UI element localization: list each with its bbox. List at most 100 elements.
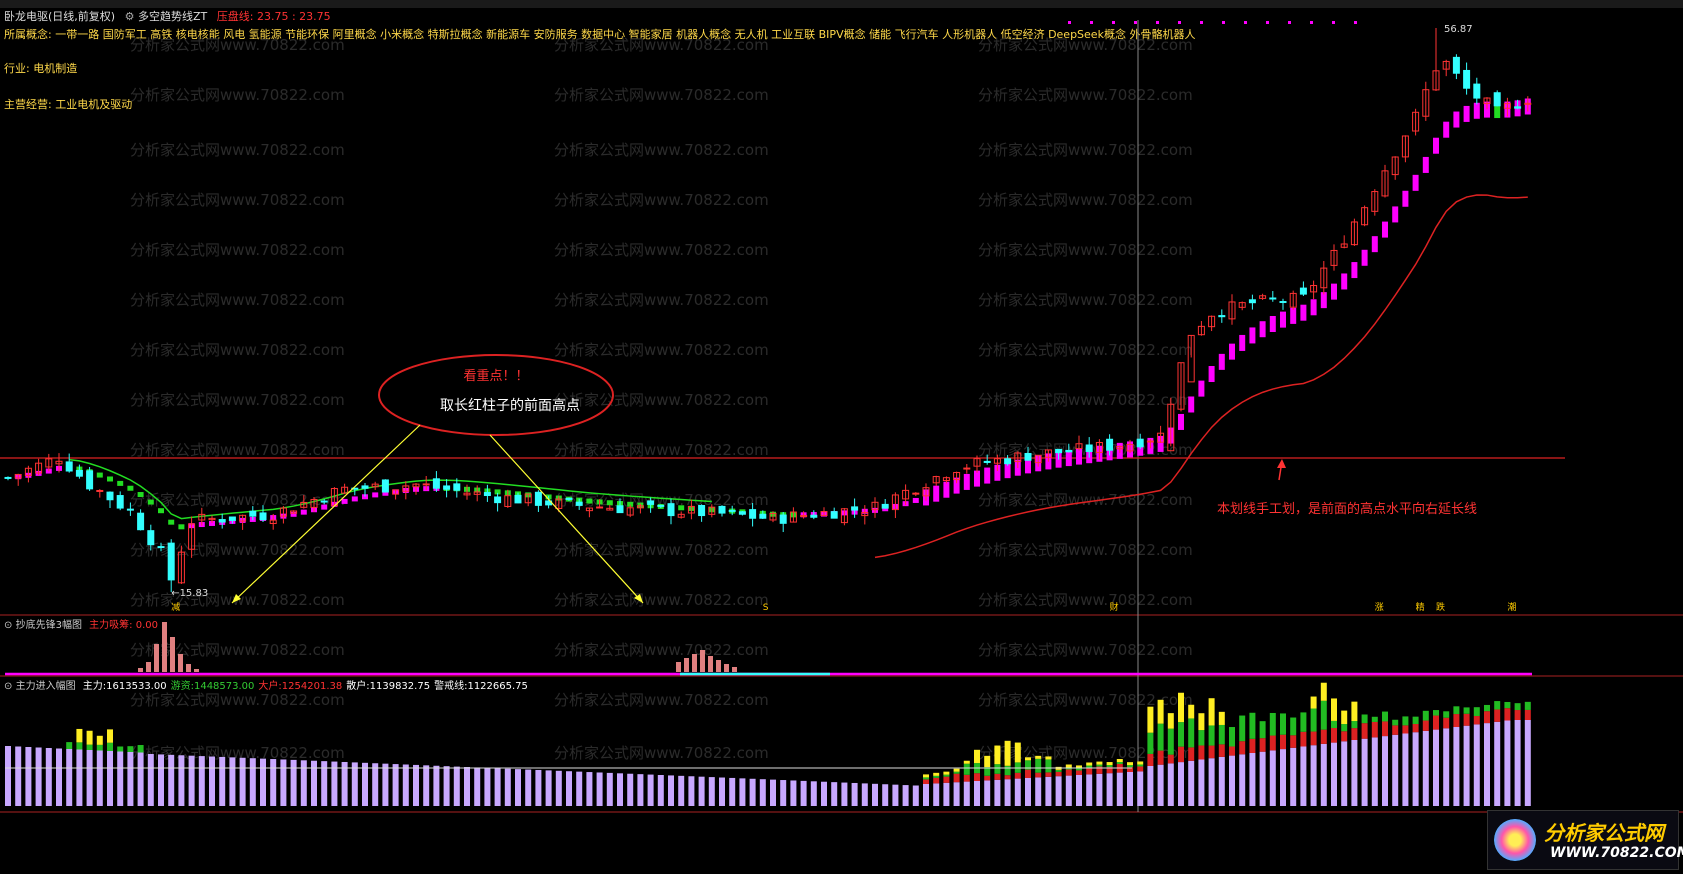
panel3-purple-bar: [1208, 758, 1215, 806]
signal-marker: 财: [1110, 601, 1119, 613]
panel3-green-bar: [943, 774, 950, 777]
panel2-name[interactable]: 抄底先锋3幅图: [16, 620, 82, 631]
candle-body: [320, 500, 328, 503]
watermark-text: 分析家公式网www.70822.com: [130, 291, 345, 309]
panel3-green-bar: [1524, 701, 1531, 710]
panel3-item-label: 主力:: [82, 681, 107, 692]
panel3-purple-bar: [821, 781, 827, 806]
panel3-purple-bar: [249, 758, 256, 806]
panel3-purple-bar: [892, 784, 899, 806]
panel-toggle-icon[interactable]: ⊙: [4, 681, 12, 692]
panel3-purple-bar: [1422, 730, 1429, 806]
top-dot: [1178, 21, 1181, 24]
arrowhead: [1277, 459, 1286, 468]
candle-body: [1055, 448, 1063, 454]
panel3-green-bar: [1484, 704, 1490, 712]
panel3-red-bar: [1178, 746, 1184, 763]
panel3-yellow-bar: [933, 772, 940, 776]
candle-body: [453, 483, 461, 491]
panel2-bar: [178, 654, 183, 672]
trend-dot: [1218, 353, 1225, 370]
panel3-yellow-bar: [963, 760, 970, 764]
candle-body: [116, 495, 124, 509]
panel3-purple-bar: [443, 766, 450, 806]
watermark-text: 分析家公式网www.70822.com: [554, 36, 769, 54]
panel3-item-value: 1122665.75: [467, 681, 528, 692]
candle-body: [137, 512, 145, 531]
panel3-red-bar: [1473, 716, 1480, 725]
panel3-purple-bar: [45, 748, 52, 806]
panel3-green-bar: [1208, 725, 1215, 746]
panel3-red-bar: [1524, 709, 1531, 720]
candle-body: [1452, 56, 1460, 74]
panel3-purple-bar: [453, 766, 460, 806]
panel3-red-bar: [1433, 715, 1439, 730]
panel3-purple-bar: [545, 770, 552, 806]
panel3-green-bar: [1494, 701, 1501, 710]
panel3-red-bar: [1361, 723, 1368, 739]
panel3-green-bar: [1351, 721, 1358, 729]
watermark-text: 分析家公式网www.70822.com: [978, 341, 1193, 359]
candle-body: [167, 542, 175, 581]
panel3-purple-bar: [1259, 751, 1266, 806]
panel3-purple-bar: [117, 751, 124, 806]
panel3-green-bar: [1412, 716, 1419, 725]
top-dot: [1156, 21, 1159, 24]
panel2-bar: [146, 662, 151, 672]
panel2-bar: [170, 637, 175, 672]
candle-body: [157, 546, 165, 549]
panel3-red-bar: [1382, 721, 1388, 737]
panel3-red-bar: [1392, 725, 1399, 735]
panel3-yellow-bar: [1096, 761, 1103, 765]
panel3-green-bar: [1127, 765, 1133, 768]
panel3-yellow-bar: [1218, 711, 1225, 725]
panel3-purple-bar: [35, 747, 42, 806]
panel3-red-bar: [1320, 729, 1327, 744]
panel3-green-bar: [96, 744, 103, 751]
panel3-red-bar: [1331, 728, 1337, 743]
panel3-purple-bar: [994, 779, 1001, 806]
panel3-purple-bar: [943, 782, 950, 806]
trend-dot: [984, 467, 991, 484]
panel2-bar: [154, 644, 159, 672]
candle-body: [381, 479, 389, 493]
panel3-purple-bar: [1320, 743, 1327, 806]
panel3-item-label: 大户:: [258, 681, 282, 692]
panel3-purple-bar: [1086, 774, 1093, 806]
watermark-text: 分析家公式网www.70822.com: [130, 691, 345, 709]
panel3-green-bar: [76, 742, 83, 750]
panel3-purple-bar: [168, 754, 175, 806]
panel3-green-bar: [1290, 717, 1297, 736]
panel3-green-bar: [127, 746, 134, 752]
panel3-red-bar: [1443, 717, 1450, 729]
price-chart[interactable]: 分析家公式网www.70822.com 分析家公式网www.70822.com 分析…: [0, 0, 1683, 874]
candle-body: [1085, 444, 1093, 452]
signal-marker: 减: [171, 601, 180, 613]
panel3-name[interactable]: 主力进入幅图: [16, 681, 76, 692]
panel-toggle-icon[interactable]: ⊙: [4, 620, 12, 631]
panel3-green-bar: [1188, 718, 1195, 748]
trend-dot: [1239, 334, 1246, 351]
candle-body: [728, 509, 736, 512]
panel3-purple-bar: [464, 767, 470, 806]
panel3-purple-bar: [831, 782, 838, 806]
panel3-purple-bar: [219, 756, 226, 806]
panel3-purple-bar: [861, 783, 868, 806]
panel3-purple-bar: [56, 748, 62, 806]
panel3-red-bar: [1025, 769, 1031, 778]
yellow-arrow: [489, 434, 644, 604]
panel3-red-bar: [1504, 708, 1511, 721]
candle-body: [667, 503, 675, 517]
panel3-purple-bar: [800, 780, 807, 806]
panel3-green-bar: [1269, 712, 1276, 736]
panel3-yellow-bar: [994, 745, 1001, 765]
panel3-purple-bar: [290, 759, 297, 806]
panel3-yellow-bar: [1167, 713, 1174, 729]
panel3-purple-bar: [1280, 749, 1286, 806]
panel2-bar: [676, 662, 681, 672]
panel3-yellow-bar: [86, 730, 93, 745]
trend-line-green: [69, 458, 712, 520]
candle-body: [565, 497, 573, 500]
trend-dot: [606, 500, 613, 506]
panel3-item-value: 1448573.00: [193, 681, 255, 692]
